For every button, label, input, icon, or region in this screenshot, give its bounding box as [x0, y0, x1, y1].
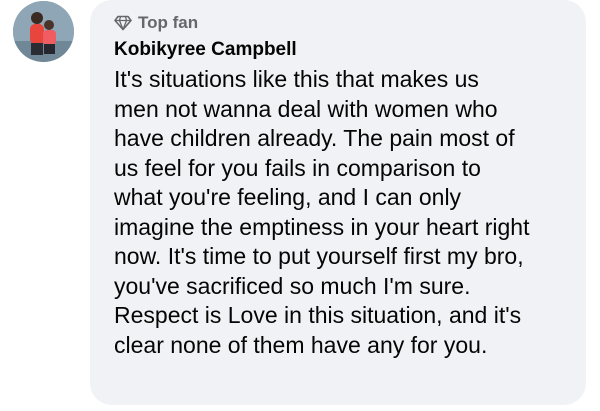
comment-line: Respect is Love in this situation, and i…: [114, 302, 522, 328]
comment-line: you've sacrificed so much I'm sure.: [114, 272, 471, 299]
comment-text: It's situations like this that makes us …: [114, 65, 576, 360]
comment-line: imagine the emptiness in your heart righ…: [114, 213, 530, 240]
comment-line: what you're feeling, and I can only: [114, 184, 462, 210]
badge-label: Top fan: [138, 13, 199, 32]
diamond-icon: [114, 15, 132, 31]
comment-line: us feel for you fails in comparison to: [114, 154, 481, 181]
author-name[interactable]: Kobikyree Campbell: [114, 39, 570, 61]
comment-bubble: Top fan Kobikyree Campbell It's situatio…: [90, 0, 586, 405]
comment-line: clear none of them have any for you.: [114, 331, 488, 358]
comment-line: It's situations like this that makes us: [114, 66, 479, 92]
comment-line: have children already. The pain most of: [114, 125, 515, 151]
top-fan-badge[interactable]: Top fan: [114, 12, 570, 34]
profile-photo: [13, 1, 74, 62]
avatar[interactable]: [13, 1, 74, 62]
comment-line: men not wanna deal with women who: [114, 95, 498, 122]
comment-line: now. It's time to put yourself first my …: [114, 243, 524, 269]
